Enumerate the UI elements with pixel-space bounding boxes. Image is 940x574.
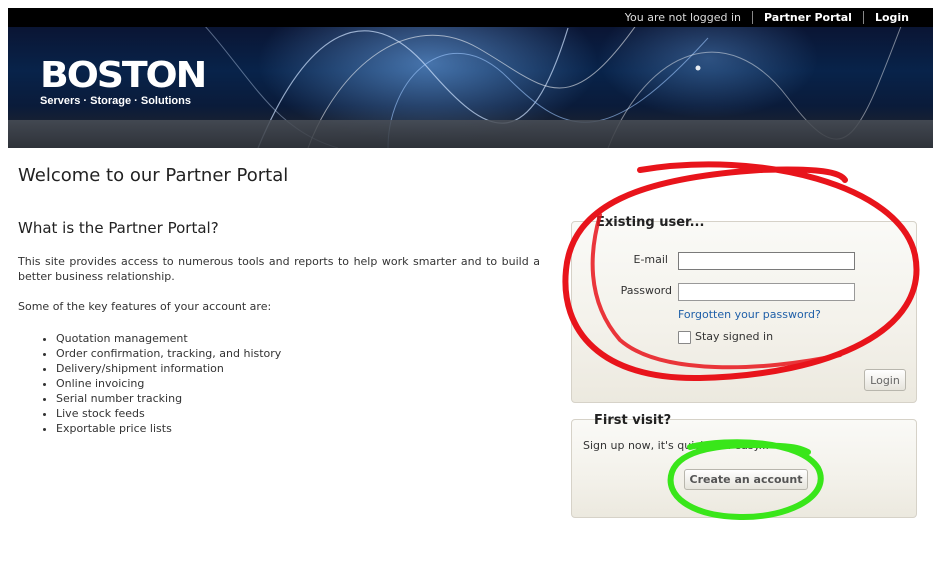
intro-paragraph: This site provides access to numerous to… xyxy=(18,255,540,283)
list-item: Live stock feeds xyxy=(56,406,281,421)
features-intro: Some of the key features of your account… xyxy=(18,300,272,313)
list-item: Quotation management xyxy=(56,331,281,346)
first-visit-title: First visit? xyxy=(594,413,672,428)
list-item: Serial number tracking xyxy=(56,391,281,406)
email-label: E-mail xyxy=(633,253,669,266)
list-item: Delivery/shipment information xyxy=(56,361,281,376)
stay-signed-in-checkbox[interactable] xyxy=(678,331,691,344)
section-title: What is the Partner Portal? xyxy=(18,219,219,237)
login-panel-title: Existing user... xyxy=(596,215,705,230)
list-item: Exportable price lists xyxy=(56,421,281,436)
forgot-password-link[interactable]: Forgotten your password? xyxy=(678,308,821,321)
login-link[interactable]: Login xyxy=(864,11,920,24)
site-header: BOSTON Servers · Storage · Solutions xyxy=(8,8,933,148)
stay-signed-in-label[interactable]: Stay signed in xyxy=(695,330,773,343)
signup-text: Sign up now, it's quick and easy... xyxy=(583,439,770,452)
login-panel: Existing user... E-mail Password Forgott… xyxy=(571,215,917,403)
login-button[interactable]: Login xyxy=(864,369,906,391)
email-field[interactable] xyxy=(678,252,855,270)
password-label: Password xyxy=(620,284,672,297)
login-status-text: You are not logged in xyxy=(624,11,742,24)
logo-text: BOSTON xyxy=(40,55,207,96)
partner-portal-link[interactable]: Partner Portal xyxy=(753,11,863,24)
first-visit-panel: First visit? Sign up now, it's quick and… xyxy=(571,413,917,518)
list-item: Order confirmation, tracking, and histor… xyxy=(56,346,281,361)
features-list: Quotation management Order confirmation,… xyxy=(40,331,281,436)
page-title: Welcome to our Partner Portal xyxy=(18,165,289,186)
create-account-button[interactable]: Create an account xyxy=(684,469,808,490)
password-field[interactable] xyxy=(678,283,855,301)
logo-tagline: Servers · Storage · Solutions xyxy=(40,95,191,107)
top-bar: You are not logged in Partner Portal Log… xyxy=(8,8,933,27)
list-item: Online invoicing xyxy=(56,376,281,391)
boston-logo[interactable]: BOSTON Servers · Storage · Solutions xyxy=(40,58,207,108)
header-bottom-band xyxy=(8,120,933,148)
